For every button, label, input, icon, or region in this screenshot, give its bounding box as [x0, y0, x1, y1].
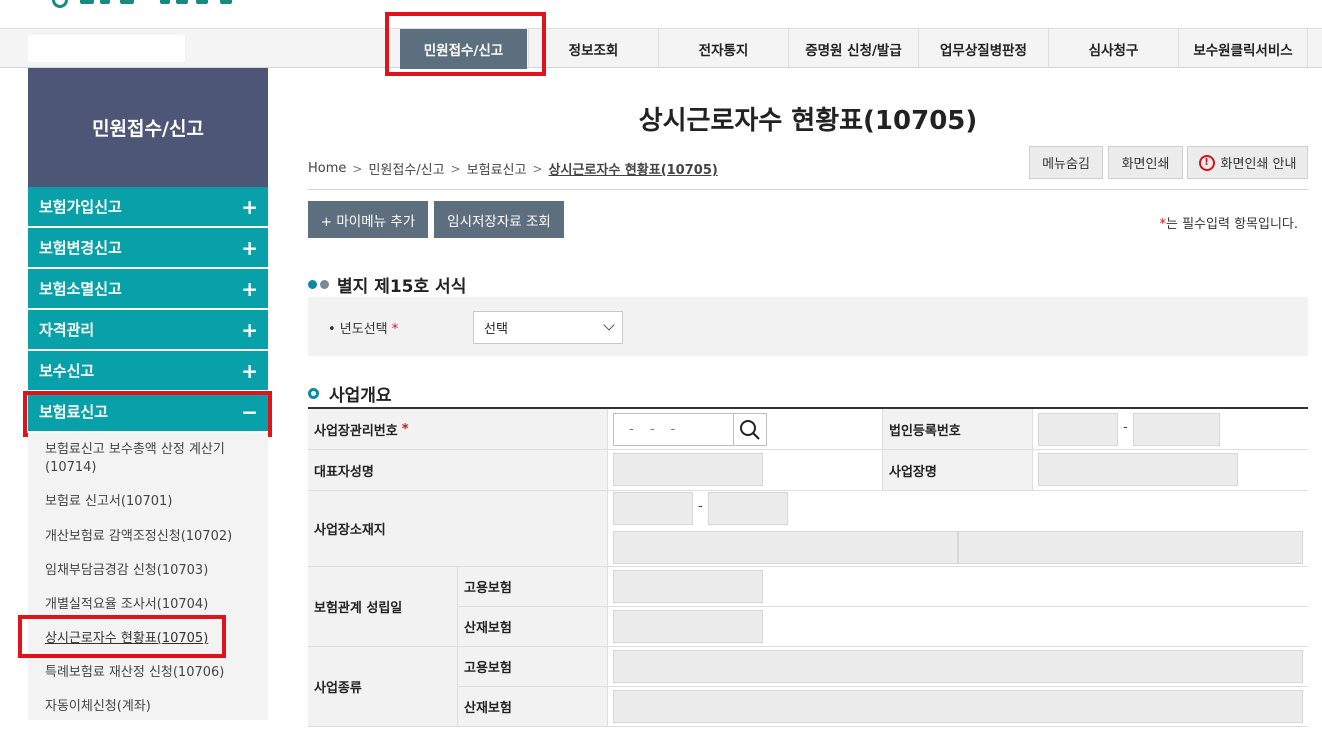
alert-icon: !	[1198, 154, 1215, 171]
breadcrumb-premium[interactable]: 보험료신고	[467, 159, 527, 178]
logo-strip	[0, 0, 1322, 28]
zipcode-input-2[interactable]	[708, 492, 788, 525]
gnb-item-appeal[interactable]: 심사청구	[1048, 29, 1178, 68]
dash: -	[698, 499, 703, 514]
breadcrumb-civil[interactable]: 민원접수/신고	[368, 159, 444, 178]
year-select-panel	[308, 297, 1308, 356]
gnb-item-info[interactable]: 정보조회	[528, 29, 658, 68]
th-corp-reg: 법인등록번호	[883, 409, 1033, 450]
logo-fragment	[120, 0, 134, 4]
chevron-right-icon: >	[532, 161, 543, 176]
breadcrumb-current[interactable]: 상시근로자수 현황표(10705)	[549, 159, 718, 178]
temp-lookup-button[interactable]: 임시저장자료 조회	[434, 201, 564, 238]
plus-icon: +	[241, 236, 258, 260]
th-type-accident: 산재보험	[458, 687, 608, 727]
gnb-item-oneclick[interactable]: 보수원클릭서비스	[1178, 29, 1308, 68]
est-accident-input[interactable]	[613, 610, 763, 643]
gnb-item-notice[interactable]: 전자통지	[658, 29, 788, 68]
sidebar-item-qualification[interactable]: 자격관리 +	[28, 310, 268, 350]
print-guide-button[interactable]: ! 화면인쇄 안내	[1187, 146, 1308, 179]
sub-link-worker-status[interactable]: 상시근로자수 현황표(10705)	[45, 630, 208, 648]
sidebar-title: 민원접수/신고	[28, 68, 268, 187]
global-nav: 민원접수/신고 정보조회 전자통지 증명원 신청/발급 업무상질병판정 심사청구…	[0, 28, 1322, 69]
chevron-right-icon: >	[450, 161, 461, 176]
section-form15-title: 별지 제15호 서식	[308, 272, 466, 297]
hide-menu-button[interactable]: 메뉴숨김	[1029, 146, 1103, 179]
sidebar-item-premium[interactable]: 보험료신고 −	[28, 392, 268, 432]
breadcrumb-home[interactable]: Home	[308, 161, 346, 176]
sub-link-individual-rate[interactable]: 개별실적요율 조사서(10704)	[45, 596, 208, 614]
th-est-accident: 산재보험	[458, 607, 608, 647]
logo-fragment	[196, 0, 208, 4]
address-detail-input[interactable]	[958, 531, 1303, 564]
divider	[308, 189, 1308, 190]
th-est-employment: 고용보험	[458, 567, 608, 607]
gnb-item-disease[interactable]: 업무상질병판정	[918, 29, 1048, 68]
corp-reg-input-2[interactable]	[1133, 413, 1220, 446]
section-business-title: 사업개요	[308, 381, 392, 406]
biz-name-input[interactable]	[1038, 453, 1238, 486]
dash: -	[1123, 420, 1128, 435]
logo-fragment	[100, 0, 110, 4]
sidebar-item-change[interactable]: 보험변경신고 +	[28, 228, 268, 268]
th-mgmt-no: 사업장관리번호 *	[308, 409, 608, 450]
type-accident-input[interactable]	[613, 690, 1303, 723]
logo-fragment	[176, 0, 188, 4]
sub-link-wage-burden[interactable]: 임채부담금경감 신청(10703)	[45, 562, 208, 580]
address-input[interactable]	[613, 531, 958, 564]
global-search-input[interactable]	[28, 35, 185, 62]
sub-link-autopay[interactable]: 자동이체신청(계좌)	[45, 698, 151, 716]
breadcrumb: Home > 민원접수/신고 > 보험료신고 > 상시근로자수 현황표(1070…	[308, 159, 718, 178]
year-label: • 년도선택 *	[328, 322, 399, 337]
sub-link-reduction[interactable]: 개산보험료 감액조정신청(10702)	[45, 528, 232, 546]
sidebar-item-loss[interactable]: 보험소멸신고 +	[28, 269, 268, 309]
bullet-ring-icon	[308, 388, 319, 399]
th-biz-type: 사업종류	[308, 647, 458, 727]
corp-reg-input-1[interactable]	[1038, 413, 1118, 446]
chevron-right-icon: >	[352, 161, 363, 176]
plus-icon: +	[241, 277, 258, 301]
sub-link-calculator[interactable]: 보험료신고 보수총액 산정 계산기 (10714)	[45, 441, 255, 477]
th-est-date: 보험관계 성립일	[308, 567, 458, 647]
required-note: *는 필수입력 항목입니다.	[1159, 217, 1299, 232]
th-biz-name: 사업장명	[883, 450, 1033, 491]
plus-icon: +	[241, 195, 258, 219]
sidebar-item-wage[interactable]: 보수신고 +	[28, 351, 268, 391]
est-employment-input[interactable]	[613, 570, 763, 603]
minus-icon: −	[241, 400, 258, 424]
plus-icon: +	[241, 359, 258, 383]
sidebar-item-join[interactable]: 보험가입신고 +	[28, 187, 268, 227]
logo-fragment	[160, 0, 170, 4]
gnb-item-certificate[interactable]: 증명원 신청/발급	[788, 29, 918, 68]
search-button[interactable]	[733, 413, 767, 446]
rep-name-input[interactable]	[613, 453, 763, 486]
sub-link-report[interactable]: 보험료 신고서(10701)	[45, 493, 172, 511]
logo-icon	[52, 0, 68, 8]
plus-icon: +	[241, 318, 258, 342]
add-mymenu-button[interactable]: + 마이메뉴 추가	[308, 201, 428, 238]
mgmt-no-input[interactable]: - - -	[613, 413, 734, 446]
type-employment-input[interactable]	[613, 650, 1303, 683]
chevron-down-icon	[603, 319, 615, 331]
page-title: 상시근로자수 현황표(10705)	[638, 106, 978, 136]
gnb-item-civil[interactable]: 민원접수/신고	[388, 28, 539, 69]
logo-fragment	[220, 0, 232, 4]
logo-fragment	[80, 0, 94, 4]
th-address: 사업장소재지	[308, 491, 608, 567]
sub-link-special-premium[interactable]: 특례보험료 재산정 신청(10706)	[45, 664, 224, 682]
zipcode-input-1[interactable]	[613, 492, 693, 525]
th-rep-name: 대표자성명	[308, 450, 608, 491]
th-type-employment: 고용보험	[458, 647, 608, 687]
year-select[interactable]: 선택	[473, 311, 623, 344]
print-button[interactable]: 화면인쇄	[1108, 146, 1183, 179]
bullet-dots-icon	[308, 280, 329, 289]
search-icon	[740, 419, 760, 440]
